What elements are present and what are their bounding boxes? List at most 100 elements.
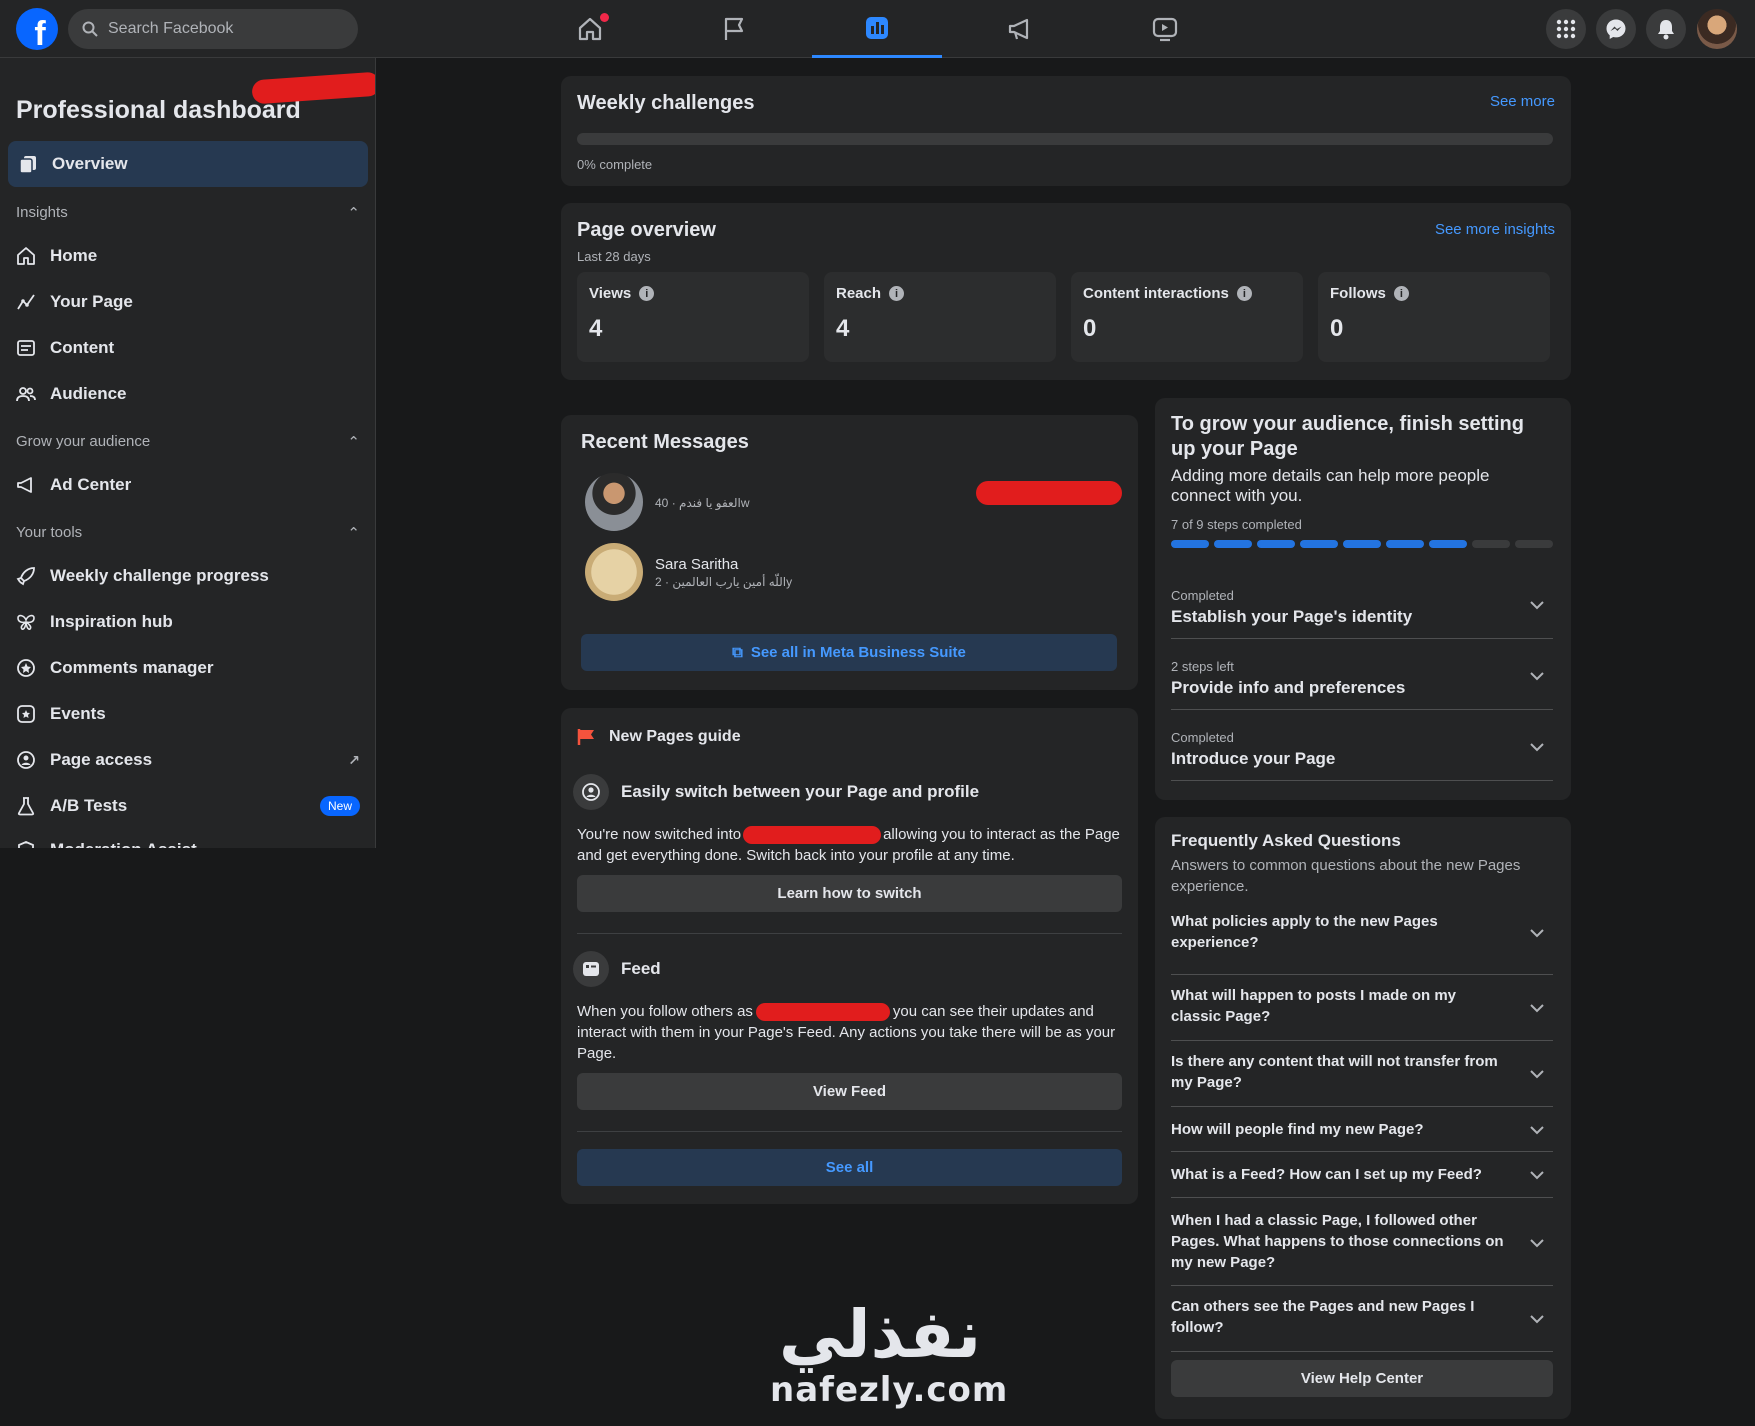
section-insights[interactable]: Insights ⌃ xyxy=(16,204,360,222)
weekly-challenges-card: Weekly challenges See more 0% complete xyxy=(561,76,1571,186)
shield-icon xyxy=(18,841,34,848)
flag-icon xyxy=(577,729,594,745)
info-icon[interactable]: i xyxy=(1236,286,1252,301)
nav-tab-dashboard[interactable] xyxy=(812,0,942,58)
faq-item[interactable]: What will happen to posts I made on my c… xyxy=(1171,975,1553,1041)
sidebar-item-overview[interactable]: Overview xyxy=(8,141,368,187)
section-your-tools[interactable]: Your tools ⌃ xyxy=(16,524,360,542)
feed-description: When you follow others as you can see the… xyxy=(577,1001,1122,1064)
divider xyxy=(577,1131,1122,1132)
step-segment xyxy=(1257,540,1295,548)
switch-text-start: You're now switched into xyxy=(577,826,742,843)
section-title: Easily switch between your Page and prof… xyxy=(621,782,980,801)
see-all-button[interactable]: See all xyxy=(577,1149,1122,1186)
faq-item[interactable]: When I had a classic Page, I followed ot… xyxy=(1171,1198,1553,1286)
section-label: Your tools xyxy=(16,524,83,541)
butterfly-icon xyxy=(17,614,35,630)
external-link-icon: ⧉ xyxy=(732,644,743,661)
sidebar-item-your-page[interactable]: Your Page xyxy=(16,292,360,312)
info-icon[interactable]: i xyxy=(889,286,905,301)
section-label: Insights xyxy=(16,204,68,221)
guide-header: New Pages guide xyxy=(577,728,741,746)
stat-value: 4 xyxy=(836,315,850,342)
faq-item[interactable]: Can others see the Pages and new Pages I… xyxy=(1171,1286,1553,1352)
switch-description: You're now switched into allowing you to … xyxy=(577,824,1122,866)
sidebar-item-content[interactable]: Content xyxy=(16,338,360,358)
nav-tab-ads[interactable] xyxy=(956,0,1086,58)
message-item[interactable]: العفو يا فندم · 40w xyxy=(585,473,750,531)
setup-item-label: Provide info and preferences xyxy=(1171,678,1406,697)
stat-follows[interactable]: Follows i 0 xyxy=(1318,272,1550,362)
nav-tab-pages[interactable] xyxy=(669,0,799,58)
sidebar-item-home[interactable]: Home xyxy=(16,246,360,266)
page-overview-card: Page overview Last 28 days See more insi… xyxy=(561,203,1571,380)
message-sender: Sara Saritha xyxy=(655,555,739,573)
home-icon xyxy=(17,247,35,265)
sidebar-item-events[interactable]: Events xyxy=(16,704,360,724)
content-icon xyxy=(17,340,35,356)
step-segment xyxy=(1472,540,1510,548)
sidebar-item-moderation-assist[interactable]: Moderation Assist xyxy=(16,840,360,848)
flag-icon xyxy=(724,17,744,40)
stat-reach[interactable]: Reach i 4 xyxy=(824,272,1056,362)
sidebar-item-inspiration-hub[interactable]: Inspiration hub xyxy=(16,612,360,632)
watermark-latin: nafezly.com xyxy=(770,1370,1009,1410)
faq-item[interactable]: What policies apply to the new Pages exp… xyxy=(1171,909,1553,975)
sidebar-item-page-access[interactable]: Page access ↗ xyxy=(16,750,360,770)
notifications-button[interactable] xyxy=(1646,9,1686,49)
faq-item[interactable]: How will people find my new Page? xyxy=(1171,1107,1553,1152)
stat-content-interactions[interactable]: Content interactions i 0 xyxy=(1071,272,1303,362)
sidebar-item-label: Content xyxy=(50,338,115,357)
message-snippet: اللّه أمين يارب العالمين · 2y xyxy=(655,574,793,589)
chevron-down-icon xyxy=(1530,929,1544,938)
stat-value: 4 xyxy=(589,315,603,342)
sidebar-item-label: Overview xyxy=(52,154,128,173)
messenger-button[interactable] xyxy=(1596,9,1636,49)
see-all-business-suite-button[interactable]: ⧉ See all in Meta Business Suite xyxy=(581,634,1117,671)
sidebar-item-comments-manager[interactable]: Comments manager xyxy=(16,658,360,678)
setup-item-identity[interactable]: Completed Establish your Page's identity xyxy=(1171,568,1553,639)
see-more-insights-link[interactable]: See more insights xyxy=(1435,221,1555,238)
view-feed-button[interactable]: View Feed xyxy=(577,1073,1122,1110)
info-icon[interactable]: i xyxy=(1393,286,1409,301)
sidebar-item-audience[interactable]: Audience xyxy=(16,384,360,404)
sidebar-item-weekly-challenge[interactable]: Weekly challenge progress xyxy=(16,566,360,586)
messenger-icon xyxy=(1606,19,1626,39)
faq-question: What is a Feed? How can I set up my Feed… xyxy=(1171,1166,1482,1183)
video-icon xyxy=(1152,17,1178,42)
stat-views[interactable]: Views i 4 xyxy=(577,272,809,362)
nav-tab-home[interactable] xyxy=(525,0,655,58)
setup-item-info[interactable]: 2 steps left Provide info and preference… xyxy=(1171,639,1553,710)
menu-button[interactable] xyxy=(1546,9,1586,49)
progress-bar xyxy=(577,133,1553,145)
setup-item-introduce[interactable]: Completed Introduce your Page xyxy=(1171,710,1553,781)
chevron-up-icon: ⌃ xyxy=(347,525,360,542)
sidebar-item-label: Inspiration hub xyxy=(50,612,173,631)
external-link-icon: ↗ xyxy=(348,751,360,768)
faq-item[interactable]: Is there any content that will not trans… xyxy=(1171,1041,1553,1107)
chevron-down-icon xyxy=(1530,601,1544,610)
bell-icon xyxy=(1658,20,1674,40)
user-shield-icon xyxy=(17,751,35,769)
nav-tab-video[interactable] xyxy=(1100,0,1230,58)
info-icon[interactable]: i xyxy=(639,286,655,301)
sidebar: Professional dashboard Overview Insights… xyxy=(0,58,376,848)
see-more-link[interactable]: See more xyxy=(1490,93,1555,110)
faq-subtitle: Answers to common questions about the ne… xyxy=(1171,857,1521,895)
faq-item[interactable]: What is a Feed? How can I set up my Feed… xyxy=(1171,1152,1553,1198)
sidebar-item-ab-tests[interactable]: A/B Tests New xyxy=(16,796,360,816)
message-item[interactable]: Sara Saritha اللّه أمين يارب العالمين · … xyxy=(585,543,792,601)
overview-icon xyxy=(19,156,36,174)
search-input[interactable] xyxy=(108,20,328,38)
card-title: Weekly challenges xyxy=(577,92,755,114)
learn-how-to-switch-button[interactable]: Learn how to switch xyxy=(577,875,1122,912)
search-box[interactable] xyxy=(68,9,358,49)
section-grow-audience[interactable]: Grow your audience ⌃ xyxy=(16,433,360,451)
view-help-center-button[interactable]: View Help Center xyxy=(1171,1360,1553,1397)
profile-avatar[interactable] xyxy=(1697,9,1737,49)
card-title: Page overview xyxy=(577,219,716,241)
facebook-logo[interactable]: f xyxy=(16,8,58,50)
sidebar-item-ad-center[interactable]: Ad Center xyxy=(16,475,360,495)
chevron-down-icon xyxy=(1530,672,1544,681)
grid-menu-icon xyxy=(1556,19,1576,39)
